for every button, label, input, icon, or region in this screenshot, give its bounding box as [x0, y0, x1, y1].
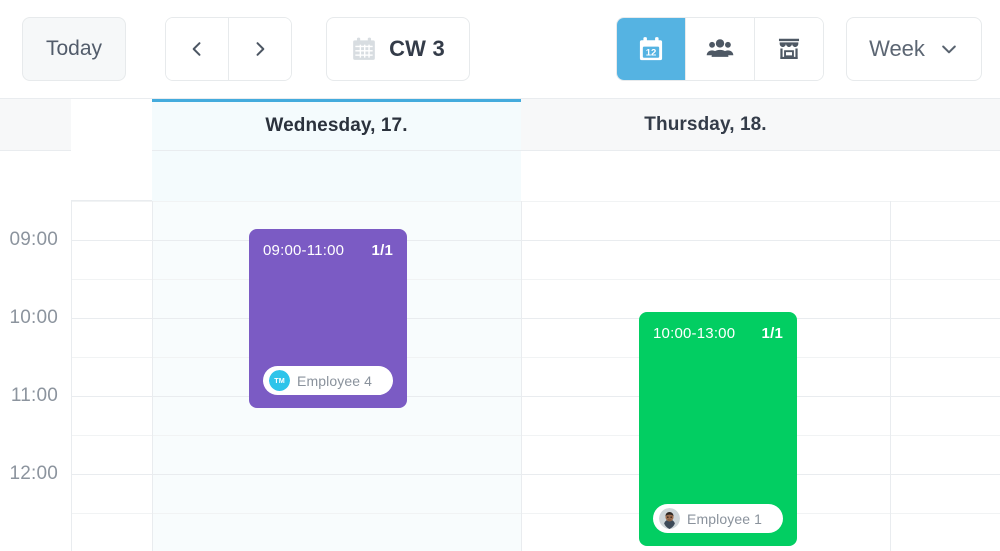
range-select-button[interactable]: Week [846, 17, 982, 81]
grid-column-divider [71, 201, 72, 551]
day-header-wednesday[interactable]: Wednesday, 17. [152, 99, 521, 151]
range-select-label: Week [869, 36, 925, 61]
chevron-down-icon [942, 45, 956, 54]
view-mode-group: 12 [616, 17, 824, 81]
time-label: 09:00 [9, 229, 58, 250]
store-icon [778, 38, 800, 60]
grid-line-hour [71, 474, 1000, 475]
grid-line-half [71, 201, 1000, 202]
calendar-event[interactable]: 09:00-11:00 1/1 TM Employee 4 [249, 229, 407, 408]
day-header-label: Wednesday, 17. [265, 115, 408, 136]
grid-line-hour [71, 396, 1000, 397]
event-header: 09:00-11:00 1/1 [249, 229, 407, 259]
calendar-grid: Wednesday, 17. Thursday, 18. 09:00 10:00… [0, 98, 1000, 551]
all-day-cell-thursday[interactable] [521, 151, 890, 201]
event-employee-chip[interactable]: Employee 1 [653, 504, 783, 533]
calendar-app: Today CW 3 12 Week Wednesday, 17. Thursd… [0, 0, 1000, 551]
grid-column-divider [521, 201, 522, 551]
next-week-button[interactable] [228, 18, 291, 80]
all-day-cell-wednesday[interactable] [152, 151, 521, 201]
svg-text:TM: TM [274, 376, 284, 385]
all-day-row [0, 151, 1000, 201]
time-label: 12:00 [9, 463, 58, 484]
week-number-label: CW 3 [389, 36, 445, 61]
today-button[interactable]: Today [22, 17, 126, 81]
people-group-icon [706, 39, 734, 57]
day-header-row: Wednesday, 17. Thursday, 18. [0, 99, 1000, 151]
previous-week-button[interactable] [166, 18, 228, 80]
time-gutter-header [0, 99, 71, 151]
day-column-next[interactable] [890, 201, 1000, 551]
event-header: 10:00-13:00 1/1 [639, 312, 797, 342]
toolbar-left-group: Today CW 3 [22, 17, 470, 81]
time-label: 11:00 [10, 385, 58, 406]
calendar-12-icon: 12 [639, 37, 663, 61]
event-employee-chip[interactable]: TM Employee 4 [263, 366, 393, 395]
grid-line-half [71, 513, 1000, 514]
all-day-cell-next[interactable] [890, 151, 1000, 201]
chevron-right-icon [256, 42, 265, 56]
view-mode-team[interactable] [685, 18, 754, 80]
event-time: 10:00-13:00 [653, 325, 736, 342]
all-day-gutter [0, 151, 71, 201]
grid-column-divider [152, 201, 153, 551]
grid-line-half [71, 435, 1000, 436]
calendar-event[interactable]: 10:00-13:00 1/1 Employee 1 [639, 312, 797, 546]
grid-line-hour [71, 318, 1000, 319]
grid-line-hour [71, 240, 1000, 241]
navigation-button-group [165, 17, 292, 81]
today-button-label: Today [45, 37, 103, 60]
chevron-left-icon [192, 42, 201, 56]
event-time: 09:00-11:00 [263, 242, 345, 259]
grid-line-half [71, 279, 1000, 280]
view-mode-store[interactable] [754, 18, 823, 80]
time-grid: 09:00 10:00 11:00 12:00 09:00-11:00 1/1 … [0, 201, 1000, 551]
week-number-button[interactable]: CW 3 [326, 17, 470, 81]
time-label: 10:00 [9, 307, 58, 328]
day-header-label: Thursday, 18. [644, 113, 767, 135]
toolbar: Today CW 3 12 Week [0, 0, 1000, 98]
event-employee-name: Employee 4 [297, 372, 372, 389]
event-staff-count: 1/1 [371, 242, 393, 259]
day-header-next[interactable] [890, 99, 1000, 151]
event-employee-name: Employee 1 [687, 510, 762, 527]
view-mode-calendar[interactable]: 12 [617, 18, 685, 80]
event-staff-count: 1/1 [761, 325, 783, 342]
svg-text:12: 12 [646, 48, 657, 59]
photo-avatar [659, 508, 680, 529]
calendar-icon [353, 37, 375, 60]
grid-line-half [71, 357, 1000, 358]
grid-column-divider [890, 201, 891, 551]
day-header-thursday[interactable]: Thursday, 18. [521, 99, 890, 151]
initials-avatar: TM [269, 370, 290, 391]
toolbar-right-group: 12 Week [616, 17, 982, 81]
